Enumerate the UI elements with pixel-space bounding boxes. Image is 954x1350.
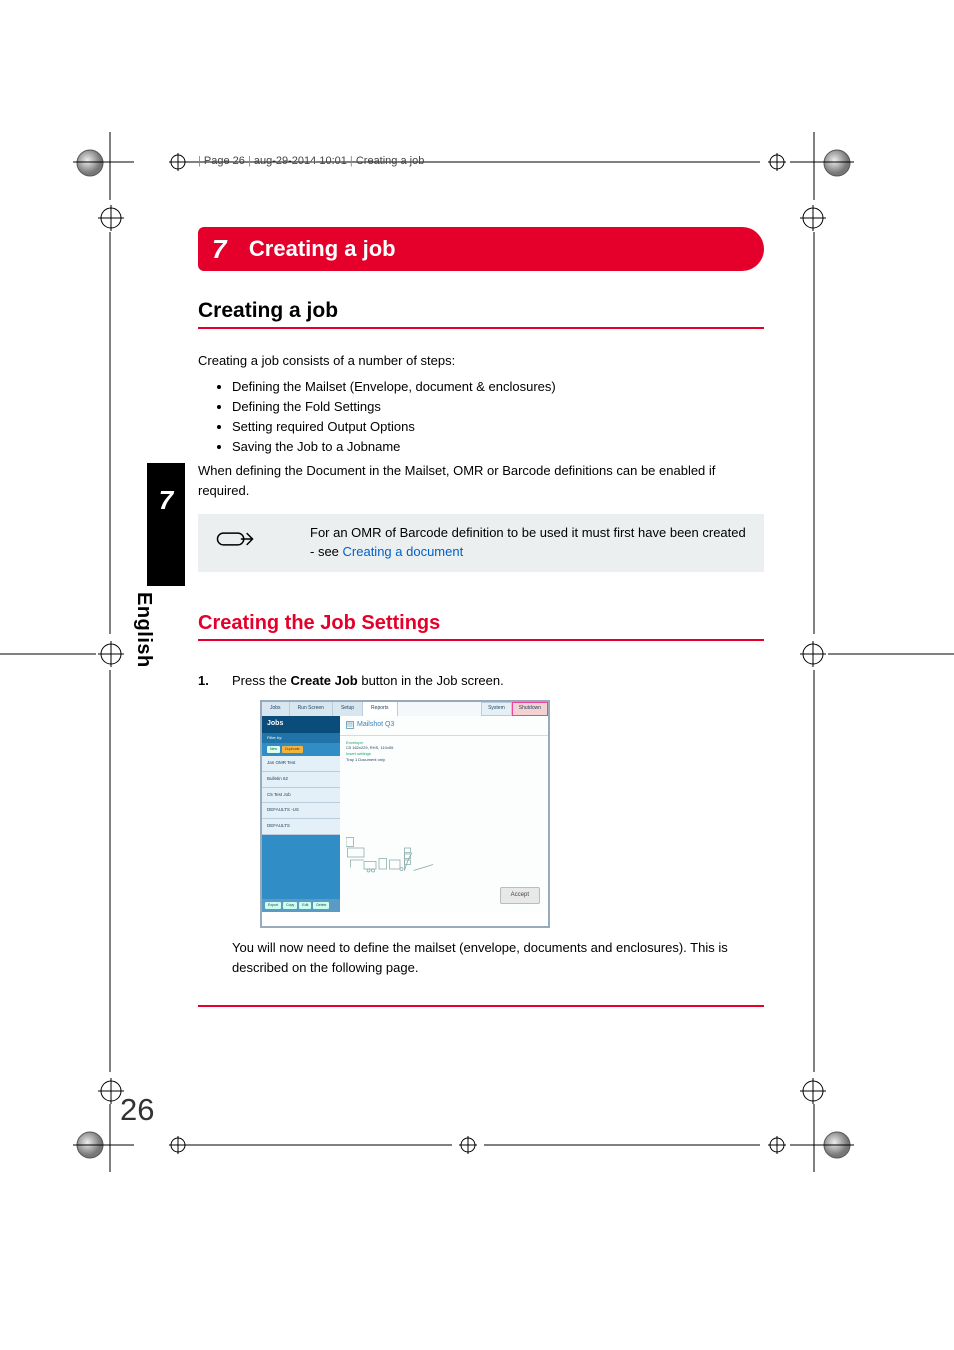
note-text: For an OMR of Barcode definition to be u… [310,524,746,562]
page-number: 26 [120,1092,154,1128]
running-header: | Page 26 | aug-29-2014 10:01 | Creating… [198,155,764,167]
fig-copy-button[interactable]: Copy [283,902,297,909]
fig-job-item[interactable]: C5 Test Job [262,788,340,804]
chapter-number: 7 [212,227,226,271]
list-item: Saving the Job to a Jobname [232,437,764,457]
chapter-heading-bar: 7 Creating a job [198,227,764,271]
chapter-title: Creating a job [249,227,396,271]
fig-delete-button[interactable]: Delete [313,902,329,909]
note-callout: For an OMR of Barcode definition to be u… [198,514,764,572]
fig-right-panel: ▤Mailshot Q3 Envelope: C5 162x229, RHS, … [340,716,548,912]
fig-duplicate-button[interactable]: Duplicate [282,746,303,753]
sidetab-number: 7 [147,485,185,516]
document-icon: ▤ [346,721,354,729]
after-bullets-paragraph: When defining the Document in the Mailse… [198,461,764,500]
fig-edit-button[interactable]: Edit [299,902,311,909]
fig-filter-label: Filter by: [262,733,340,743]
subsection-heading: Creating the Job Settings [198,612,764,641]
chapter-side-tab: 7 [147,463,185,586]
fig-tab-jobs[interactable]: Jobs [262,702,290,716]
steps-bullet-list: Defining the Mailset (Envelope, document… [232,377,764,458]
list-item: Setting required Output Options [232,417,764,437]
note-link[interactable]: Creating a document [343,544,464,559]
note-arrow-icon [216,528,254,550]
fig-export-button[interactable]: Export [265,902,281,909]
after-figure-paragraph: You will now need to define the mailset … [232,938,764,977]
screenshot-figure: Jobs Run Screen Setup Reports System Shu… [260,700,550,928]
fig-new-button[interactable]: New [267,746,280,753]
fig-tab-run[interactable]: Run Screen [290,702,333,716]
fig-mailshot-title: ▤Mailshot Q3 [340,716,548,736]
fig-system-button[interactable]: System [481,702,512,716]
section-heading: Creating a job [198,299,764,329]
list-item: Defining the Mailset (Envelope, document… [232,377,764,397]
step-row: 1. Press the Create Job button in the Jo… [198,671,764,978]
step-text: Press the Create Job button in the Job s… [232,671,764,691]
fig-jobs-title: Jobs [262,716,340,733]
fig-meta: Envelope: C5 162x229, RHS, 110x55 Insert… [340,736,548,766]
language-label: English [132,592,155,668]
fig-job-item[interactable]: DEFAULTS -US [262,803,340,819]
step-number: 1. [198,671,216,978]
fig-job-item[interactable]: Jan OMR Test [262,756,340,772]
fig-shutdown-button[interactable]: Shutdown [512,702,548,716]
list-item: Defining the Fold Settings [232,397,764,417]
fig-tab-setup[interactable]: Setup [333,702,363,716]
fig-left-panel: Jobs Filter by: New Duplicate Jan OMR Te… [262,716,340,912]
fig-job-item[interactable]: DEFAULTS [262,819,340,835]
machine-diagram-icon [346,836,436,884]
intro-paragraph: Creating a job consists of a number of s… [198,351,764,371]
fig-job-item[interactable]: Bulletin 62 [262,772,340,788]
fig-tab-reports[interactable]: Reports [363,702,398,716]
fig-accept-button[interactable]: Accept [500,887,540,904]
section-end-rule [198,1005,764,1007]
fig-tabbar: Jobs Run Screen Setup Reports System Shu… [262,702,548,716]
